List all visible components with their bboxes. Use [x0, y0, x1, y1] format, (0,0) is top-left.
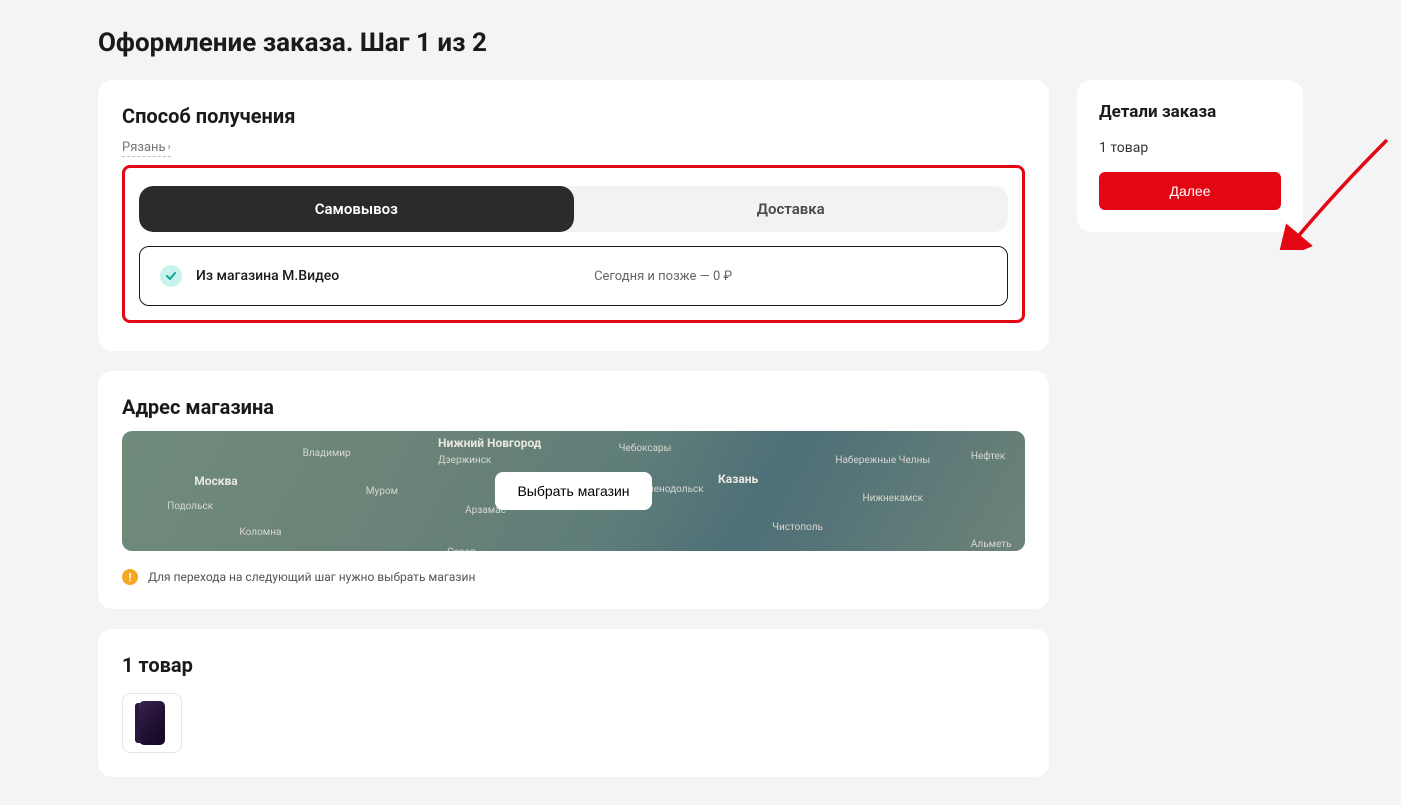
side-column: Детали заказа 1 товар Далее	[1077, 80, 1303, 232]
city-name: Рязань	[122, 140, 166, 155]
store-address-heading: Адрес магазина	[122, 395, 1025, 419]
pickup-option-info: Сегодня и позже — 0 ₽	[339, 269, 987, 284]
pickup-option-label: Из магазина М.Видео	[196, 268, 339, 284]
highlight-box: Самовывоз Доставка Из магазина М.Видео С…	[122, 165, 1025, 323]
map-city-label: Набережные Челны	[835, 455, 930, 466]
items-card: 1 товар	[98, 629, 1049, 777]
main-column: Способ получения Рязань › Самовывоз Дост…	[98, 80, 1049, 777]
select-store-button[interactable]: Выбрать магазин	[495, 472, 651, 510]
radio-selected-icon	[160, 265, 182, 287]
map-city-label: Альметь	[971, 539, 1012, 550]
order-items-count: 1 товар	[1099, 140, 1281, 156]
items-heading: 1 товар	[122, 653, 1025, 677]
warning-text: Для перехода на следующий шаг нужно выбр…	[148, 570, 475, 584]
delivery-method-heading: Способ получения	[122, 104, 1025, 128]
map-city-label: Нижнекамск	[862, 493, 923, 504]
map-city-label: Дзержинск	[438, 455, 491, 466]
order-details-heading: Детали заказа	[1099, 102, 1281, 122]
tab-pickup[interactable]: Самовывоз	[139, 186, 574, 232]
map-city-label: Муром	[366, 486, 398, 497]
delivery-method-card: Способ получения Рязань › Самовывоз Дост…	[98, 80, 1049, 351]
order-details-card: Детали заказа 1 товар Далее	[1077, 80, 1303, 232]
next-button[interactable]: Далее	[1099, 172, 1281, 210]
chevron-right-icon: ›	[168, 142, 171, 153]
map-city-label: Чистополь	[772, 522, 823, 533]
map-preview: Выбрать магазин Москва Подольск Коломна Вла…	[122, 431, 1025, 551]
map-city-label: Чебоксары	[619, 443, 672, 454]
map-city-label: Саров	[447, 547, 476, 551]
city-selector-link[interactable]: Рязань ›	[122, 140, 171, 157]
page-title: Оформление заказа. Шаг 1 из 2	[98, 28, 1303, 58]
map-city-label: Москва	[194, 474, 237, 488]
warning-icon: !	[122, 569, 138, 585]
delivery-tabs: Самовывоз Доставка	[139, 186, 1008, 232]
map-city-label: Подольск	[167, 501, 213, 512]
warning-row: ! Для перехода на следующий шаг нужно вы…	[122, 569, 1025, 585]
pickup-option-row[interactable]: Из магазина М.Видео Сегодня и позже — 0 …	[139, 246, 1008, 306]
map-city-label: Коломна	[239, 527, 281, 538]
map-city-label: Владимир	[303, 448, 351, 459]
product-thumbnail[interactable]	[122, 693, 182, 753]
product-image-icon	[139, 701, 165, 745]
tab-delivery[interactable]: Доставка	[574, 186, 1009, 232]
map-city-label: Нефтек	[971, 451, 1005, 462]
map-city-label: Казань	[718, 472, 758, 486]
map-city-label: Нижний Новгород	[438, 436, 541, 450]
store-address-card: Адрес магазина Выбрать магазин Москва Под…	[98, 371, 1049, 609]
